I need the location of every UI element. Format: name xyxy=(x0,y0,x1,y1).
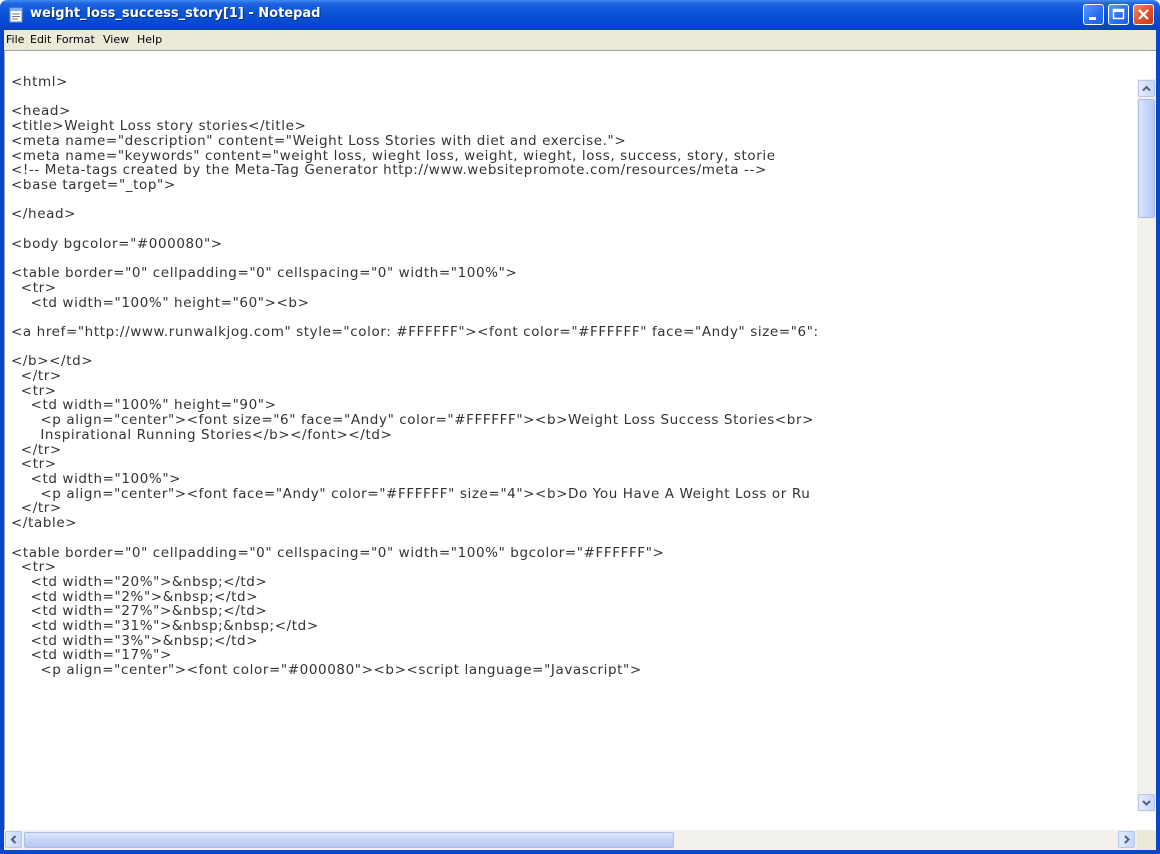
text-line: <p align="center"><font color="#000080">… xyxy=(11,662,642,678)
horizontal-scroll-thumb[interactable] xyxy=(24,832,674,848)
text-line: <td width="2%">&nbsp;</td> xyxy=(11,588,259,605)
text-line: <head> xyxy=(11,103,71,120)
close-icon xyxy=(1138,9,1149,20)
window-title: weight_loss_success_story[1] - Notepad xyxy=(30,6,321,21)
text-line: </tr> xyxy=(11,500,62,517)
text-line: <table border="0" cellpadding="0" cellsp… xyxy=(11,265,518,282)
text-line: <body bgcolor="#000080"> xyxy=(11,235,223,252)
minimize-button[interactable] xyxy=(1083,4,1104,25)
text-line: <meta name="keywords" content="weight lo… xyxy=(11,147,776,164)
text-line: <table border="0" cellpadding="0" cellsp… xyxy=(11,544,665,561)
text-line: </tr> xyxy=(11,368,62,385)
maximize-button[interactable] xyxy=(1108,4,1129,25)
text-editor[interactable]: <html> <head> <title>Weight Loss story s… xyxy=(4,50,1156,830)
text-line: </b></td> xyxy=(11,353,94,370)
menu-file[interactable]: File xyxy=(6,33,24,46)
scroll-up-button[interactable] xyxy=(1138,80,1155,97)
text-line: <p align="center"><font face="Andy" colo… xyxy=(11,485,811,502)
text-line: <tr> xyxy=(11,456,57,473)
chevron-down-icon xyxy=(1142,800,1151,806)
vertical-scrollbar[interactable] xyxy=(1137,79,1156,812)
vertical-scroll-thumb[interactable] xyxy=(1138,99,1155,218)
menu-view[interactable]: View xyxy=(103,33,129,46)
text-line: <title>Weight Loss story stories</title> xyxy=(11,118,307,135)
text-line: </head> xyxy=(11,206,77,223)
text-line: <!-- Meta-tags created by the Meta-Tag G… xyxy=(11,162,767,179)
close-button[interactable] xyxy=(1133,4,1154,25)
text-line: <html> xyxy=(11,75,68,90)
text-line: <tr> xyxy=(11,559,57,576)
menu-help[interactable]: Help xyxy=(137,33,162,46)
chevron-right-icon xyxy=(1124,835,1130,844)
text-line: <tr> xyxy=(11,382,57,399)
text-line: <td width="27%">&nbsp;</td> xyxy=(11,603,268,620)
text-line: <td width="20%">&nbsp;</td> xyxy=(11,573,268,590)
window-frame-right xyxy=(1156,30,1160,854)
text-line: <td width="17%"> xyxy=(11,647,172,664)
horizontal-scrollbar[interactable] xyxy=(4,830,1137,850)
chevron-up-icon xyxy=(1142,85,1151,92)
notepad-icon xyxy=(9,7,23,23)
scroll-right-button[interactable] xyxy=(1118,831,1135,848)
notepad-window: weight_loss_success_story[1] - Notepad F… xyxy=(0,0,1160,854)
window-frame-bottom xyxy=(0,850,1160,854)
chevron-left-icon xyxy=(10,835,17,844)
menu-format[interactable]: Format xyxy=(56,33,95,46)
text-line: <td width="100%" height="90"> xyxy=(11,397,277,414)
text-line: <td width="100%"> xyxy=(11,470,182,487)
text-line: <meta name="description" content="Weight… xyxy=(11,132,627,149)
maximize-icon xyxy=(1112,8,1125,20)
text-line: <p align="center"><font size="6" face="A… xyxy=(11,412,815,429)
title-bar[interactable]: weight_loss_success_story[1] - Notepad xyxy=(0,0,1160,30)
text-line: <td width="100%" height="60"><b> xyxy=(11,294,310,311)
text-line: <td width="31%">&nbsp;&nbsp;</td> xyxy=(11,618,319,635)
scroll-down-button[interactable] xyxy=(1138,794,1155,811)
text-line: Inspirational Running Stories</b></font>… xyxy=(11,426,393,443)
text-line: <a href="http://www.runwalkjog.com" styl… xyxy=(11,323,819,340)
document-text[interactable]: <html> <head> <title>Weight Loss story s… xyxy=(11,75,1131,678)
text-line: </table> xyxy=(11,515,78,532)
size-grip[interactable] xyxy=(1137,830,1156,850)
menu-edit[interactable]: Edit xyxy=(30,33,51,46)
text-line: <base target="_top"> xyxy=(11,176,176,193)
minimize-icon xyxy=(1089,17,1096,20)
text-line: <td width="3%">&nbsp;</td> xyxy=(11,632,259,649)
text-line: </tr> xyxy=(11,441,62,458)
menu-bar: File Edit Format View Help xyxy=(0,30,1160,50)
scroll-left-button[interactable] xyxy=(5,831,22,848)
text-line: <tr> xyxy=(11,279,57,296)
